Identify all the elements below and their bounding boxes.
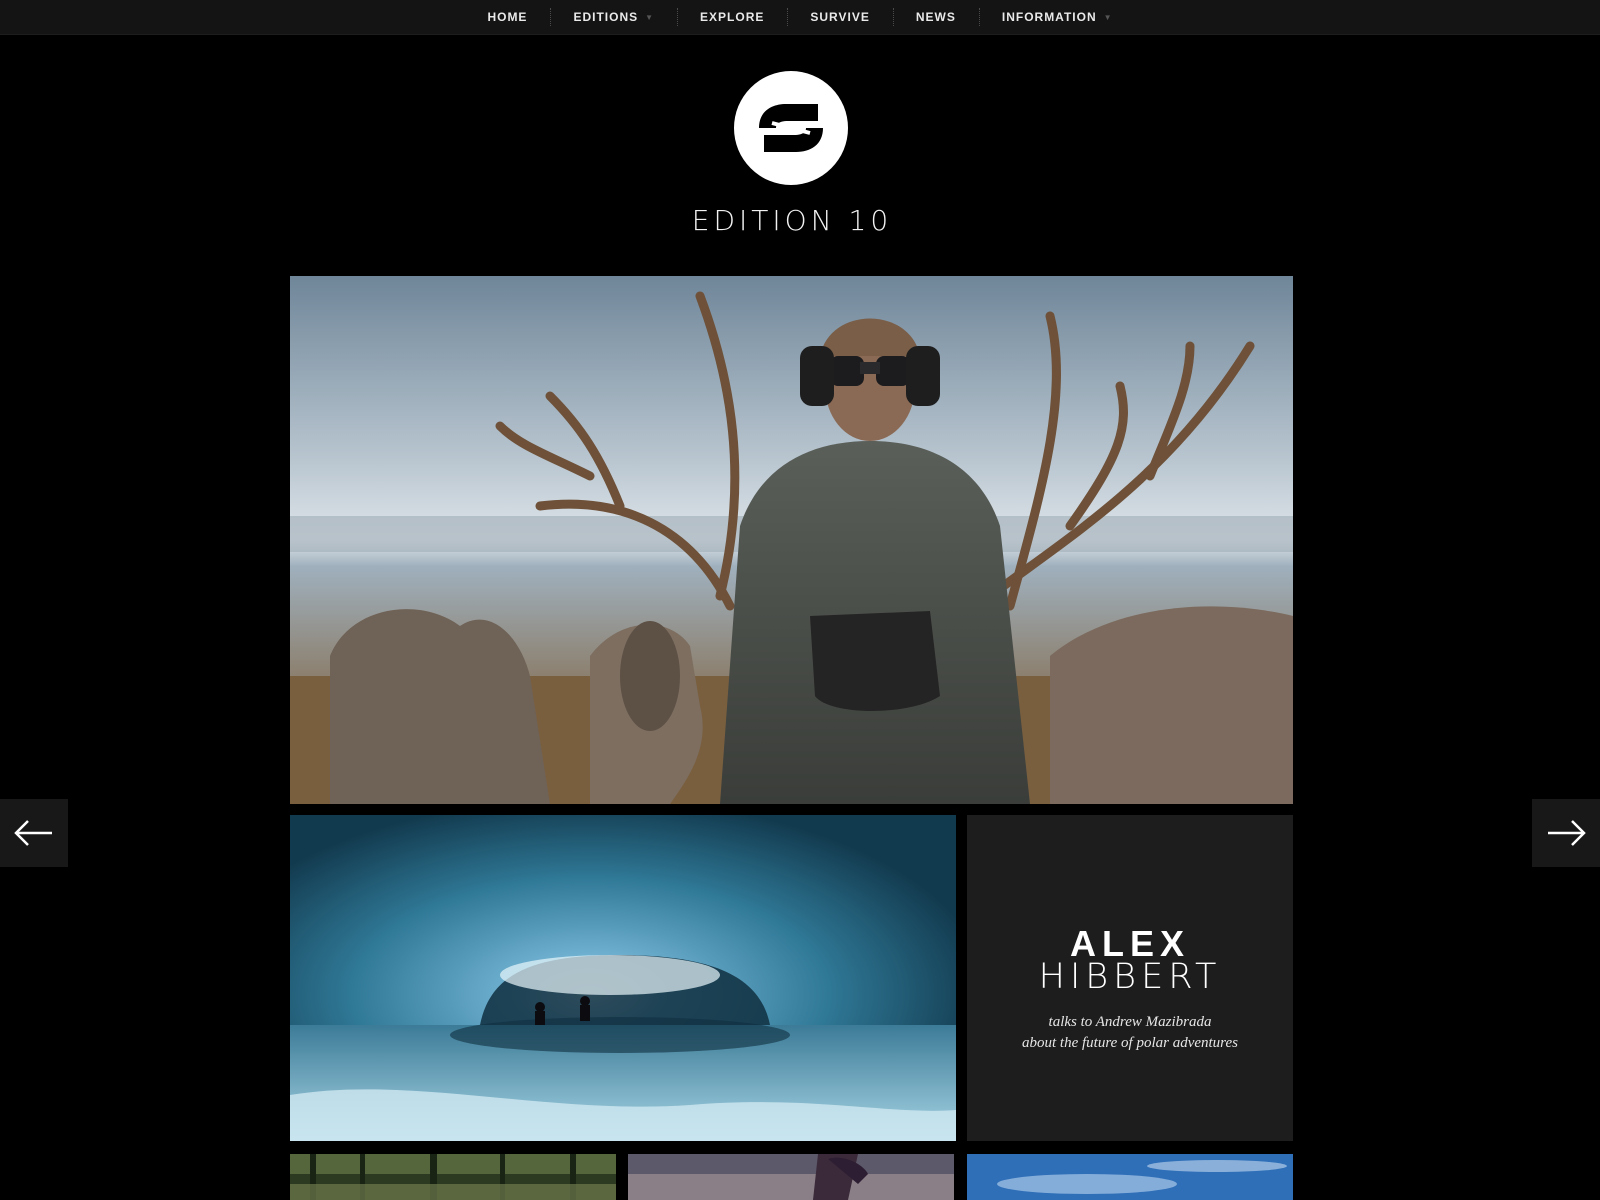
nav-item-news[interactable]: NEWS <box>892 0 979 34</box>
arrow-left-icon <box>14 820 52 846</box>
nav-item-editions[interactable]: EDITIONS ▼ <box>550 0 677 34</box>
chevron-down-icon: ▼ <box>1103 12 1113 22</box>
forest-photo <box>290 1154 616 1200</box>
feature-subtitle: talks to Andrew Mazibrada about the futu… <box>967 1012 1293 1054</box>
feature-name-last: HIBBERT <box>1038 957 1222 997</box>
nav-item-label: EDITIONS <box>573 10 639 24</box>
hero-photo <box>290 276 1293 804</box>
feature-subtitle-line: talks to Andrew Mazibrada <box>1048 1014 1212 1030</box>
logo-mark <box>734 71 848 185</box>
previous-arrow-button[interactable] <box>0 799 68 867</box>
nav-item-information[interactable]: INFORMATION ▼ <box>978 0 1136 34</box>
hero-image-reindeer-herder[interactable] <box>290 276 1293 804</box>
nav-item-home[interactable]: HOME <box>464 0 550 34</box>
climber-image-tile[interactable] <box>628 1154 954 1200</box>
nav-item-label: HOME <box>487 10 528 24</box>
nav-item-label: SURVIVE <box>810 10 870 24</box>
top-navigation: HOME EDITIONS ▼ EXPLORE SURVIVE NEWS INF… <box>0 0 1600 35</box>
feature-article-tile[interactable]: ALEX HIBBERT talks to Andrew Mazibrada a… <box>967 815 1293 1141</box>
arrow-right-icon <box>1548 820 1586 846</box>
nav-item-explore[interactable]: EXPLORE <box>677 0 787 34</box>
nav-item-label: INFORMATION <box>1001 10 1097 24</box>
next-arrow-button[interactable] <box>1532 799 1600 867</box>
ice-cave-photo <box>290 815 956 1141</box>
edition-title: EDITION 10 <box>691 204 893 237</box>
sky-photo <box>967 1154 1293 1200</box>
nav-item-survive[interactable]: SURVIVE <box>787 0 892 34</box>
climber-photo <box>628 1154 954 1200</box>
nav-item-label: NEWS <box>915 10 956 24</box>
forest-image-tile[interactable] <box>290 1154 616 1200</box>
feature-subtitle-line: about the future of polar adventures <box>1022 1035 1238 1051</box>
chevron-down-icon: ▼ <box>645 12 655 22</box>
site-logo[interactable] <box>734 71 848 185</box>
sky-image-tile[interactable] <box>967 1154 1293 1200</box>
nav-item-label: EXPLORE <box>700 10 765 24</box>
ice-cave-image-tile[interactable] <box>290 815 956 1141</box>
